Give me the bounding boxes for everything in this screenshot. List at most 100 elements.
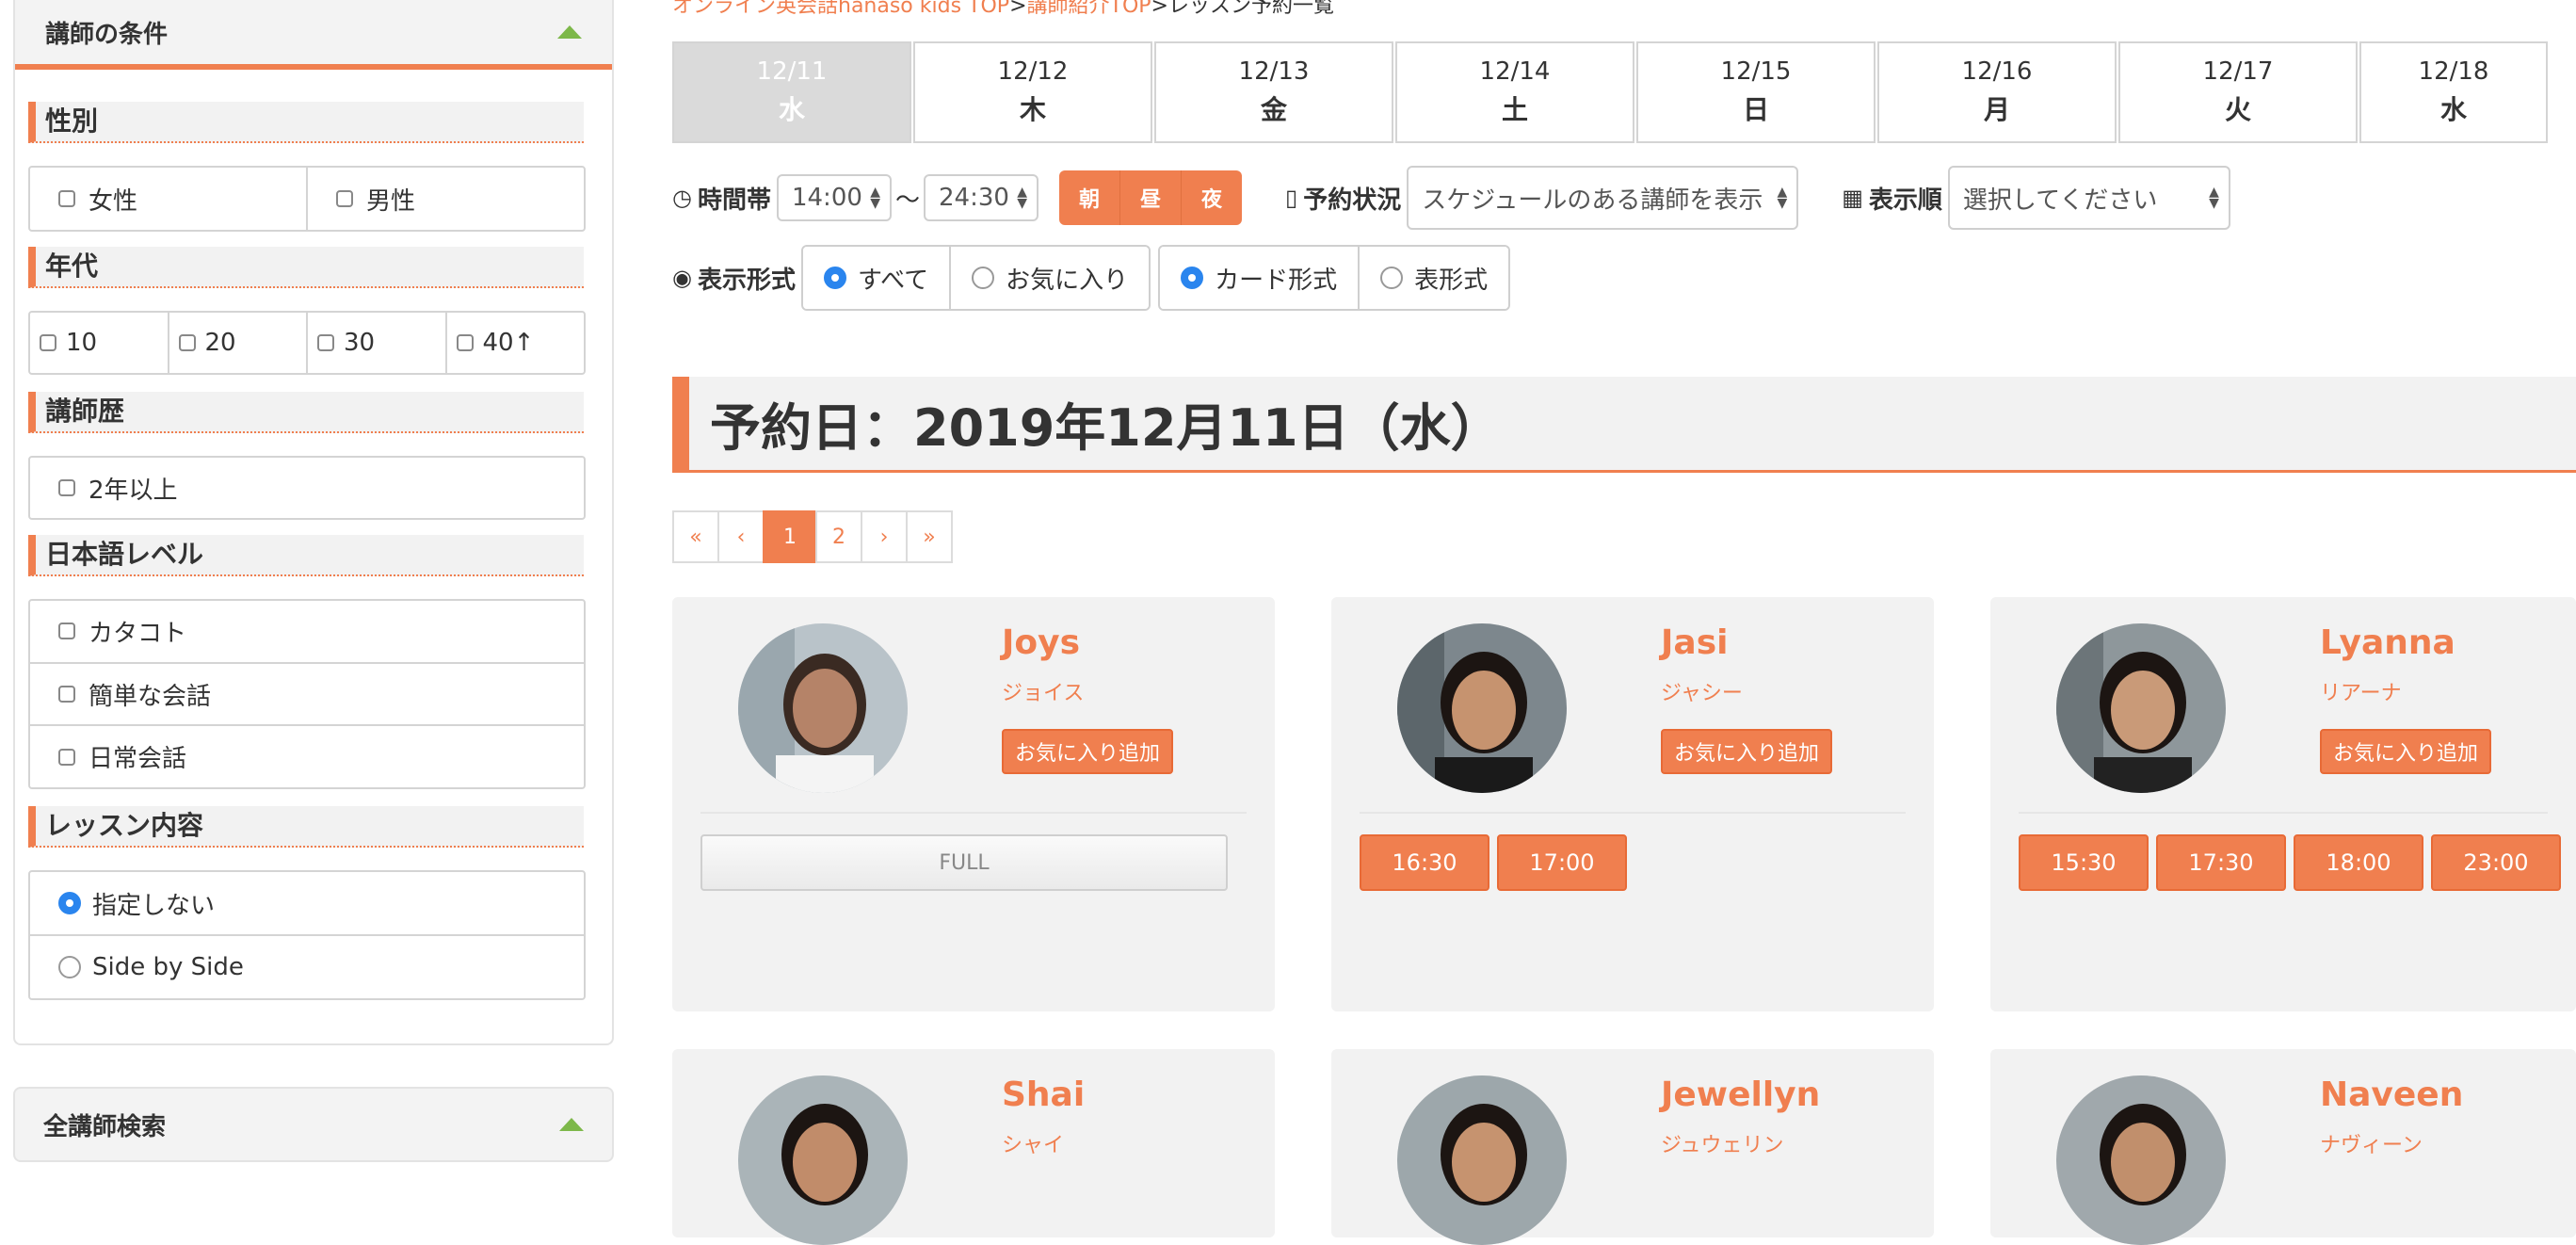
time-from-select[interactable]: 14:00 ▲ ▼ <box>776 174 892 221</box>
radio[interactable] <box>972 267 995 289</box>
japanese-katakoto-option[interactable]: カタコト <box>30 601 584 664</box>
filter-row: ◷ 時間帯 14:00 ▲ ▼ 〜 24:30 ▲ ▼ 朝 昼 夜 ▯ 予約状況 スケジュー… <box>672 166 2230 230</box>
period-buttons: 朝 昼 夜 <box>1058 170 1242 225</box>
gender-female-option[interactable]: 女性 <box>30 168 308 230</box>
teacher-card: Jasi ジャシー お気に入り追加 16:30 17:00 <box>1331 597 1934 1011</box>
time-slot-button[interactable]: 16:30 <box>1360 834 1489 891</box>
time-slot-button[interactable]: 15:30 <box>2019 834 2149 891</box>
teacher-avatar[interactable] <box>738 1075 908 1245</box>
weekday-label: 金 <box>1260 94 1287 125</box>
checkbox[interactable] <box>40 334 56 351</box>
age-10-option[interactable]: 10 <box>30 313 169 373</box>
sidebar-header[interactable]: 講師の条件 <box>15 0 612 70</box>
age-20-option[interactable]: 20 <box>169 313 308 373</box>
scope-toggle: すべて お気に入り <box>800 245 1151 311</box>
experience-2y-option[interactable]: 2年以上 <box>30 458 584 518</box>
teacher-avatar[interactable] <box>1397 1075 1567 1245</box>
add-favorite-button[interactable]: お気に入り追加 <box>2320 729 2492 774</box>
teacher-name[interactable]: Joys <box>1002 623 1080 662</box>
card-divider <box>700 812 1247 814</box>
time-slot-button[interactable]: 17:00 <box>1497 834 1627 891</box>
format-toggle: カード形式 表形式 <box>1158 245 1511 311</box>
teacher-name[interactable]: Naveen <box>2320 1075 2463 1114</box>
checkbox[interactable] <box>317 334 334 351</box>
order-select[interactable]: 選択してください ▲ ▼ <box>1947 166 2230 230</box>
checkbox[interactable] <box>178 334 196 351</box>
collapse-icon[interactable] <box>557 25 582 39</box>
option-label: お気に入り <box>1006 266 1129 295</box>
teacher-avatar[interactable] <box>2056 1075 2226 1245</box>
experience-section-title: 講師歴 <box>28 392 584 433</box>
teacher-avatar[interactable] <box>2056 623 2226 793</box>
gender-male-option[interactable]: 男性 <box>308 168 584 230</box>
format-card-option[interactable]: カード形式 <box>1160 247 1360 309</box>
breadcrumb: オンライン英会話hanaso kids TOP>講師紹介TOP>レッスン予約一覧 <box>672 0 1334 19</box>
radio-selected[interactable] <box>1181 267 1204 289</box>
scope-favorites-option[interactable]: お気に入り <box>951 247 1150 309</box>
reservation-date-title: 予約日：2019年12月11日（水） <box>672 377 2576 473</box>
age-40-option[interactable]: 40↑ <box>447 313 585 373</box>
japanese-daily-option[interactable]: 日常会話 <box>30 726 584 787</box>
date-tab[interactable]: 12/14 土 <box>1395 41 1634 143</box>
checkbox[interactable] <box>58 622 75 640</box>
japanese-section-title: 日本語レベル <box>28 535 584 576</box>
radio-selected[interactable] <box>823 267 846 289</box>
teacher-name[interactable]: Jasi <box>1661 623 1728 662</box>
teacher-name[interactable]: Shai <box>1002 1075 1085 1114</box>
eye-icon: ◉ <box>672 265 692 291</box>
all-teacher-search-header[interactable]: 全講師検索 <box>13 1087 614 1162</box>
checkbox[interactable] <box>58 686 75 703</box>
time-slot-button[interactable]: 17:30 <box>2156 834 2286 891</box>
radio[interactable] <box>1380 267 1404 289</box>
japanese-simple-option[interactable]: 簡単な会話 <box>30 664 584 727</box>
page-first[interactable]: « <box>672 510 719 563</box>
radio-selected[interactable] <box>58 892 81 914</box>
date-tab[interactable]: 12/13 金 <box>1154 41 1393 143</box>
teacher-avatar[interactable] <box>738 623 908 793</box>
date-tab[interactable]: 12/18 水 <box>2359 41 2548 143</box>
format-table-option[interactable]: 表形式 <box>1360 247 1509 309</box>
time-slot-button[interactable]: 23:00 <box>2431 834 2561 891</box>
collapse-icon[interactable] <box>559 1118 584 1131</box>
teacher-card: Naveen ナヴィーン <box>1990 1049 2576 1245</box>
page-2[interactable]: 2 <box>815 510 862 563</box>
checkbox[interactable] <box>58 190 75 207</box>
checkbox[interactable] <box>58 748 75 766</box>
time-slot-button[interactable]: 18:00 <box>2294 834 2423 891</box>
date-tab[interactable]: 12/17 火 <box>2118 41 2358 143</box>
time-to-select[interactable]: 24:30 ▲ ▼ <box>923 174 1038 221</box>
scope-all-option[interactable]: すべて <box>802 247 952 309</box>
teacher-name[interactable]: Jewellyn <box>1661 1075 1820 1114</box>
breadcrumb-separator: > <box>1151 0 1168 18</box>
date-tab[interactable]: 12/11 水 <box>672 41 911 143</box>
morning-button[interactable]: 朝 <box>1058 170 1120 225</box>
option-label: 日常会話 <box>89 745 187 774</box>
status-select[interactable]: スケジュールのある講師を表示 ▲ ▼ <box>1407 166 1799 230</box>
night-button[interactable]: 夜 <box>1181 170 1242 225</box>
lesson-sbs-option[interactable]: Side by Side <box>30 936 584 998</box>
date-tab[interactable]: 12/16 月 <box>1877 41 2117 143</box>
date-tab[interactable]: 12/12 木 <box>913 41 1152 143</box>
page-1[interactable]: 1 <box>763 510 817 563</box>
checkbox[interactable] <box>58 479 75 496</box>
time-separator: 〜 <box>894 186 920 215</box>
add-favorite-button[interactable]: お気に入り追加 <box>1661 729 1833 774</box>
radio[interactable] <box>58 956 81 978</box>
lesson-none-option[interactable]: 指定しない <box>30 872 584 936</box>
page-last[interactable]: » <box>906 510 953 563</box>
breadcrumb-link-teachers[interactable]: 講師紹介TOP <box>1027 0 1151 18</box>
breadcrumb-link-top[interactable]: オンライン英会話hanaso kids TOP <box>672 0 1009 18</box>
page-prev[interactable]: ‹ <box>717 510 765 563</box>
noon-button[interactable]: 昼 <box>1119 170 1182 225</box>
checkbox[interactable] <box>336 190 353 207</box>
time-label-text: 時間帯 <box>697 186 771 215</box>
clock-icon: ◷ <box>672 185 692 211</box>
age-30-option[interactable]: 30 <box>308 313 447 373</box>
add-favorite-button[interactable]: お気に入り追加 <box>1002 729 1174 774</box>
time-slots: 15:30 17:30 18:00 23:00 <box>2019 834 2561 891</box>
teacher-name[interactable]: Lyanna <box>2320 623 2455 662</box>
date-tab[interactable]: 12/15 日 <box>1636 41 1876 143</box>
teacher-avatar[interactable] <box>1397 623 1567 793</box>
checkbox[interactable] <box>456 334 474 351</box>
page-next[interactable]: › <box>861 510 908 563</box>
